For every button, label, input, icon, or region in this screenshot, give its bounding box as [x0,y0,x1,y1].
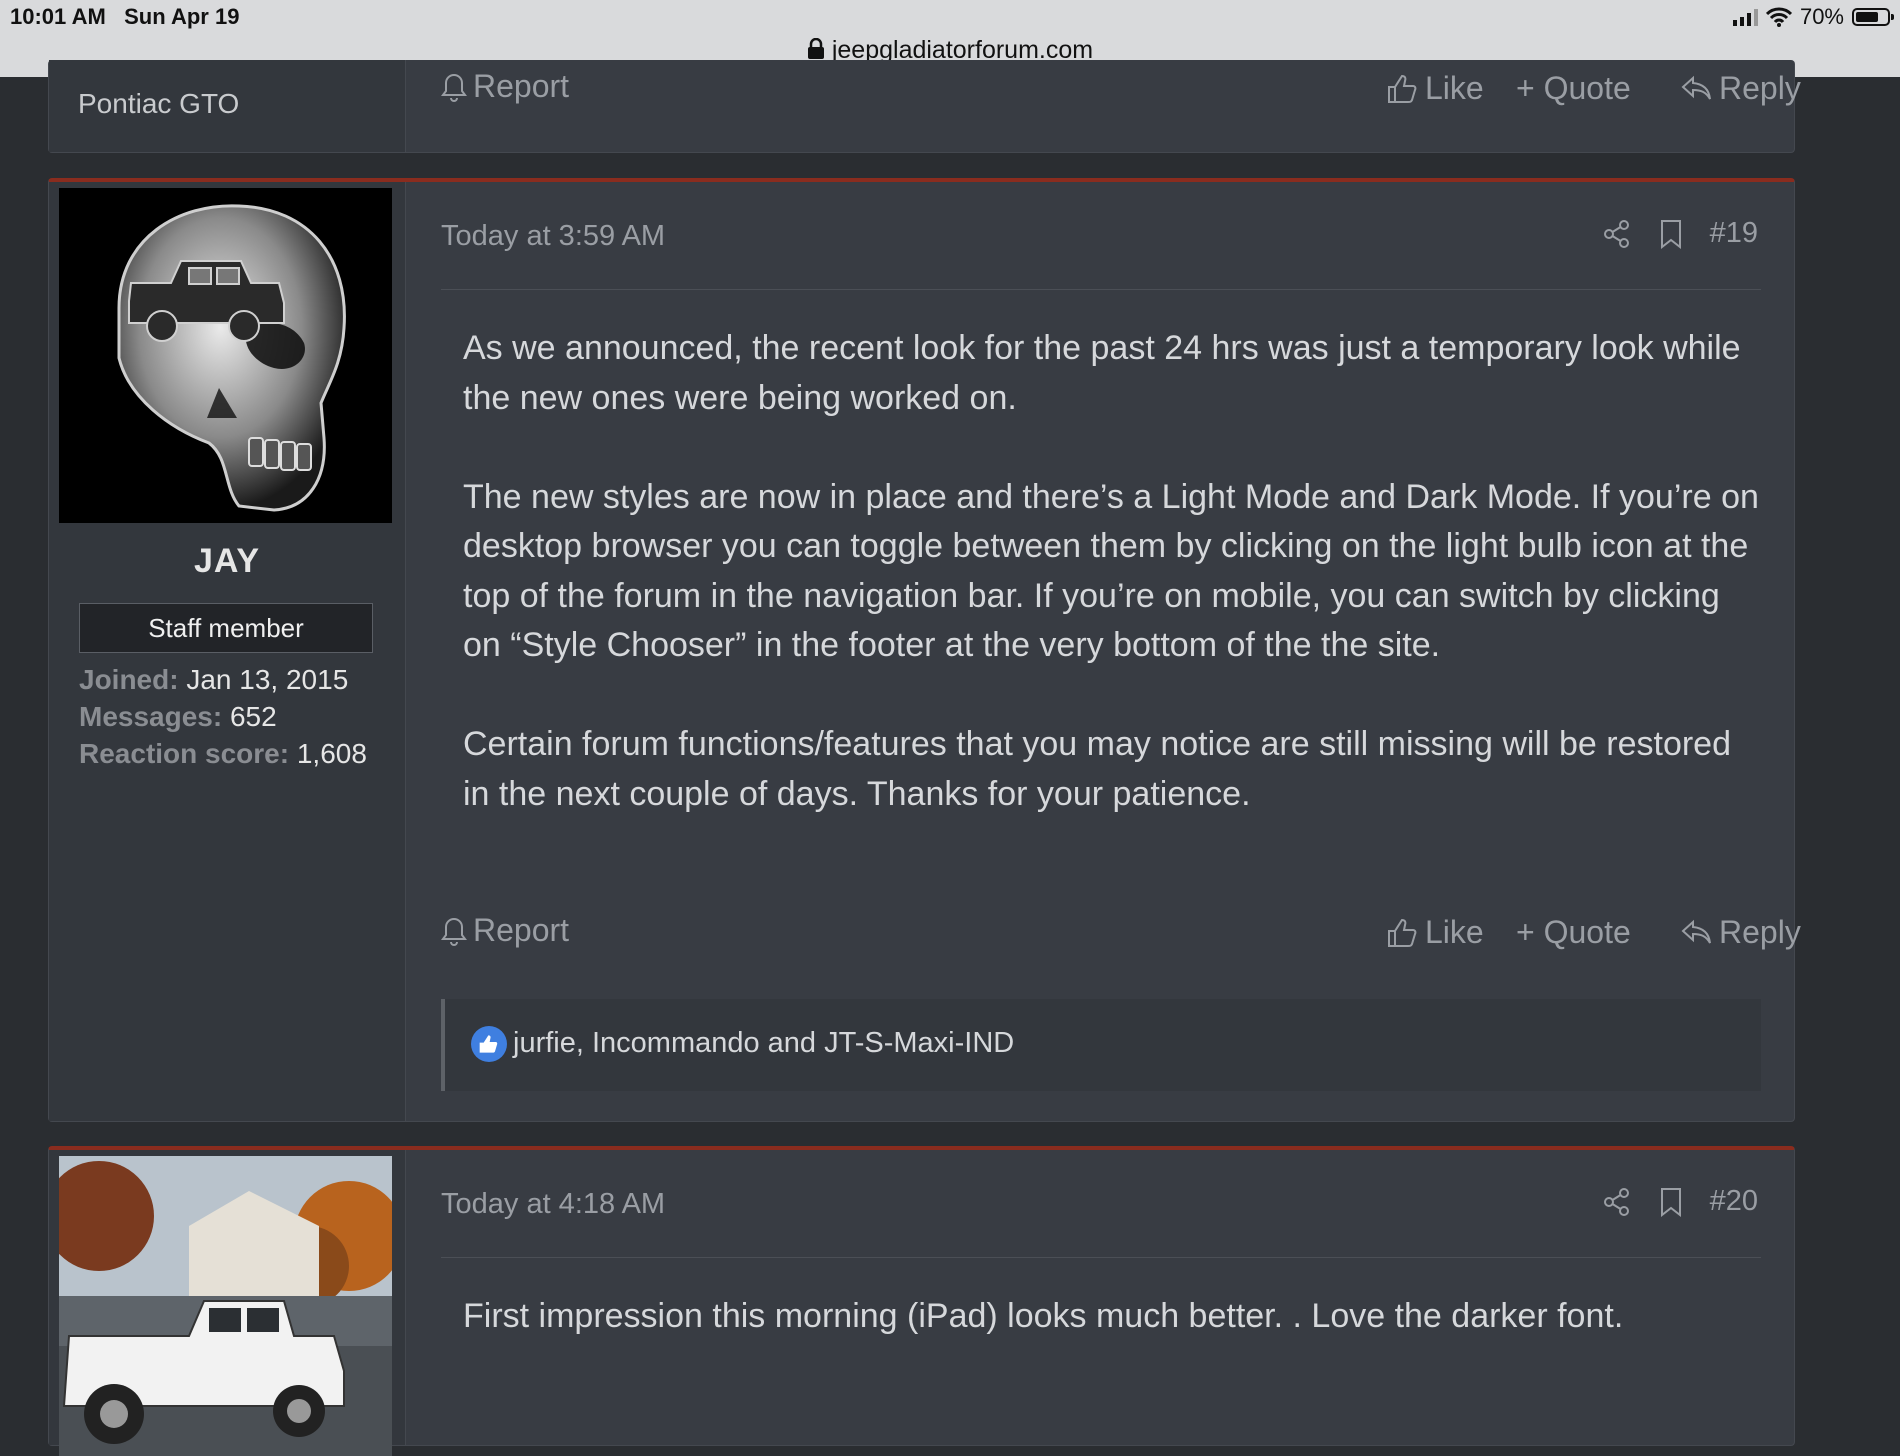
joined-label: Joined: [79,664,179,695]
bell-icon [441,73,467,102]
reply-icon [1681,75,1711,100]
report-label: Report [473,912,570,948]
user-signature: Pontiac GTO [78,88,240,119]
bookmark-icon[interactable] [1658,1187,1684,1217]
post-header-divider [441,1257,1761,1258]
post-header-divider [441,289,1761,290]
like-label: Like [1425,914,1484,950]
status-date: Sun Apr 19 [124,4,240,29]
status-time-date: 10:01 AM Sun Apr 19 [10,4,239,30]
post-number[interactable]: #19 [1710,217,1758,250]
thumbs-up-icon [1388,74,1417,103]
report-button[interactable]: Report [441,912,569,949]
quote-button[interactable]: + Quote [1516,70,1631,107]
like-label: Like [1425,70,1484,106]
previous-post-user: Pontiac GTO [49,60,406,152]
post-19-user: JAY Staff member Joined: Jan 13, 2015 Me… [49,182,406,1121]
report-label: Report [473,68,570,104]
avatar[interactable] [59,188,392,523]
stat-messages: Messages: 652 [79,701,277,733]
post-paragraph: Certain forum functions/features that yo… [463,725,1731,813]
reaction-score-value: 1,608 [296,738,367,769]
share-icon[interactable] [1602,1187,1632,1217]
reply-label: Reply [1719,914,1801,950]
joined-value: Jan 13, 2015 [186,664,349,695]
white-jeep-photo [59,1156,392,1456]
previous-post: Pontiac GTO Report Like + Quote Reply [48,60,1801,153]
reactions-bar[interactable]: jurfie, Incommando and JT-S-Maxi-IND [441,999,1761,1091]
cellular-signal-icon [1732,8,1758,26]
reply-button[interactable]: Reply [1681,70,1801,107]
post-timestamp[interactable]: Today at 4:18 AM [441,1188,665,1221]
wifi-icon [1765,7,1792,27]
quote-button[interactable]: + Quote [1516,914,1631,951]
post-20-user [49,1150,406,1456]
post-paragraph: The new styles are now in place and ther… [463,477,1759,665]
share-icon[interactable] [1602,219,1632,249]
lock-icon [807,37,824,59]
like-button[interactable]: Like [1387,914,1484,951]
reply-label: Reply [1719,70,1801,106]
post-body: As we announced, the recent look for the… [463,324,1763,869]
reply-button[interactable]: Reply [1681,914,1801,951]
post-paragraph: First impression this morning (iPad) loo… [463,1297,1624,1335]
bell-icon [441,917,467,946]
status-time: 10:01 AM [10,4,106,29]
post-20: Today at 4:18 AM #20 First impression th… [48,1146,1795,1456]
quote-label: + Quote [1516,914,1631,950]
username[interactable]: JAY [49,542,405,581]
post-number[interactable]: #20 [1710,1185,1758,1218]
stat-joined: Joined: Jan 13, 2015 [79,664,348,696]
avatar[interactable] [59,1156,392,1456]
post-paragraph: As we announced, the recent look for the… [463,329,1741,417]
messages-label: Messages: [79,701,223,732]
skull-jeep-avatar-image [117,204,346,512]
post-timestamp[interactable]: Today at 3:59 AM [441,220,665,253]
post-19: JAY Staff member Joined: Jan 13, 2015 Me… [48,178,1801,1122]
thumbs-up-icon [1388,918,1417,947]
quote-label: + Quote [1516,70,1631,106]
reaction-score-label: Reaction score: [79,738,290,769]
messages-value: 652 [229,701,277,732]
bookmark-icon[interactable] [1658,219,1684,249]
battery-icon [1852,8,1894,26]
staff-member-badge: Staff member [79,603,373,653]
post-body: First impression this morning (iPad) loo… [463,1292,1763,1391]
reactions-users[interactable]: jurfie, Incommando and JT-S-Maxi-IND [513,1027,1014,1060]
like-reaction-icon [471,1026,507,1062]
report-button[interactable]: Report [441,68,569,105]
like-button[interactable]: Like [1387,70,1484,107]
stat-reaction-score: Reaction score: 1,608 [79,738,367,770]
battery-percent: 70% [1799,4,1844,29]
reply-icon [1681,919,1711,944]
status-indicators: 70% [1732,4,1894,30]
